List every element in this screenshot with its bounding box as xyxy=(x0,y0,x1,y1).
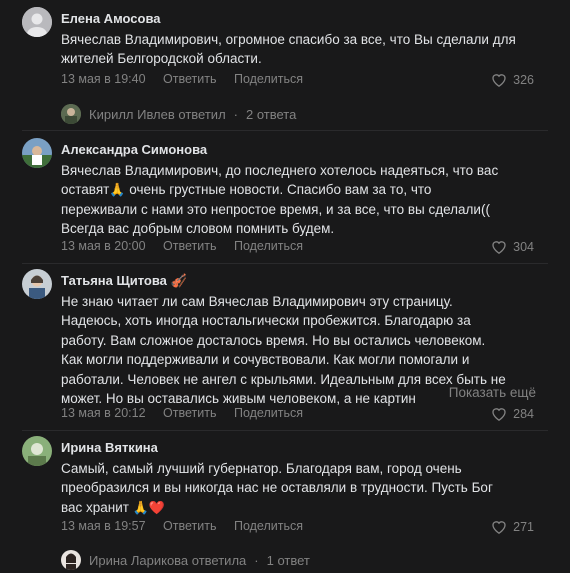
avatar[interactable] xyxy=(22,436,52,466)
photo-avatar-icon xyxy=(22,269,52,299)
divider xyxy=(22,263,548,264)
pray-heart-emoji-icon: 🙏❤️ xyxy=(132,499,166,515)
comment-meta: 13 мая в 20:12 Ответить Поделиться xyxy=(61,406,317,420)
like-count: 304 xyxy=(513,239,534,254)
share-button[interactable]: Поделиться xyxy=(234,72,303,86)
reply-button[interactable]: Ответить xyxy=(163,519,216,533)
like-button[interactable]: 271 xyxy=(491,519,534,534)
divider xyxy=(22,130,548,131)
reply-button[interactable]: Ответить xyxy=(163,239,216,253)
like-button[interactable]: 284 xyxy=(491,406,534,421)
share-button[interactable]: Поделиться xyxy=(234,239,303,253)
heart-icon xyxy=(492,521,506,534)
heart-icon xyxy=(492,241,506,254)
comment-meta: 13 мая в 19:57 Ответить Поделиться xyxy=(61,519,317,533)
show-more-button[interactable]: Показать ещё xyxy=(426,385,536,400)
avatar[interactable] xyxy=(22,138,52,168)
reply-button[interactable]: Ответить xyxy=(163,406,216,420)
reply-avatar xyxy=(61,104,81,124)
comment-text-line: преобразился и вы никогда нас не оставля… xyxy=(61,480,493,496)
avatar[interactable] xyxy=(22,7,52,37)
like-count: 284 xyxy=(513,406,534,421)
comment-text: Вячеслав Владимирович, до последнего хот… xyxy=(61,161,541,239)
reply-count: 1 ответ xyxy=(266,552,310,568)
divider xyxy=(22,430,548,431)
comment-text: Вячеслав Владимирович, огромное спасибо … xyxy=(61,32,516,67)
violin-emoji-icon: 🎻 xyxy=(170,273,187,288)
comment-text-fragment: очень грустные новости. Спасибо вам за т… xyxy=(125,182,432,198)
separator-dot: · xyxy=(254,552,259,568)
reply-author: Ирина Ларикова ответила xyxy=(89,552,247,568)
pray-emoji-icon: 🙏 xyxy=(109,182,126,198)
comment-text-line: оставят🙏 очень грустные новости. Спасибо… xyxy=(61,180,541,199)
comment-date[interactable]: 13 мая в 20:12 xyxy=(61,406,146,420)
comment-date[interactable]: 13 мая в 19:57 xyxy=(61,519,146,533)
reply-avatar xyxy=(61,550,81,570)
comment-text-line: вас хранит 🙏❤️ xyxy=(61,498,541,517)
comment-meta: 13 мая в 20:00 Ответить Поделиться xyxy=(61,239,317,253)
comment-author[interactable]: Александра Симонова xyxy=(61,142,207,157)
replies-thread[interactable]: Кирилл Ивлев ответил · 2 ответа xyxy=(61,104,296,124)
comment-text-fragment: вас хранит xyxy=(61,499,129,515)
comment-meta: 13 мая в 19:40 Ответить Поделиться xyxy=(61,72,317,86)
reply-author: Кирилл Ивлев ответил xyxy=(89,106,226,122)
separator-dot: · xyxy=(233,106,238,122)
comment-text-line: Всегда вас добрым словом помнить будем. xyxy=(61,221,335,237)
reply-button[interactable]: Ответить xyxy=(163,72,216,86)
like-button[interactable]: 304 xyxy=(491,239,534,254)
heart-icon xyxy=(492,74,506,87)
comment-text-line: Самый, самый лучший губернатор. Благодар… xyxy=(61,461,462,476)
comment-author[interactable]: Ирина Вяткина xyxy=(61,440,158,455)
photo-avatar-icon xyxy=(22,436,52,466)
comment-author-name: Татьяна Щитова xyxy=(61,273,167,288)
heart-icon xyxy=(492,408,506,421)
share-button[interactable]: Поделиться xyxy=(234,406,303,420)
comment-text-line: Вячеслав Владимирович, до последнего хот… xyxy=(61,163,499,178)
like-count: 326 xyxy=(513,72,534,87)
replies-thread[interactable]: Ирина Ларикова ответила · 1 ответ xyxy=(61,550,310,570)
default-avatar-icon xyxy=(22,7,52,37)
comment-text: Самый, самый лучший губернатор. Благодар… xyxy=(61,459,541,517)
photo-avatar-icon xyxy=(22,138,52,168)
share-button[interactable]: Поделиться xyxy=(234,519,303,533)
comment-date[interactable]: 13 мая в 20:00 xyxy=(61,239,146,253)
like-count: 271 xyxy=(513,519,534,534)
comment-author[interactable]: Татьяна Щитова 🎻 xyxy=(61,273,187,289)
like-button[interactable]: 326 xyxy=(491,72,534,87)
comment-date[interactable]: 13 мая в 19:40 xyxy=(61,72,146,86)
comment-text-line: переживали с нами это непростое время, и… xyxy=(61,201,490,217)
avatar[interactable] xyxy=(22,269,52,299)
comment-author[interactable]: Елена Амосова xyxy=(61,11,161,26)
comment-text-fragment: оставят xyxy=(61,182,110,198)
reply-count: 2 ответа xyxy=(246,106,297,122)
